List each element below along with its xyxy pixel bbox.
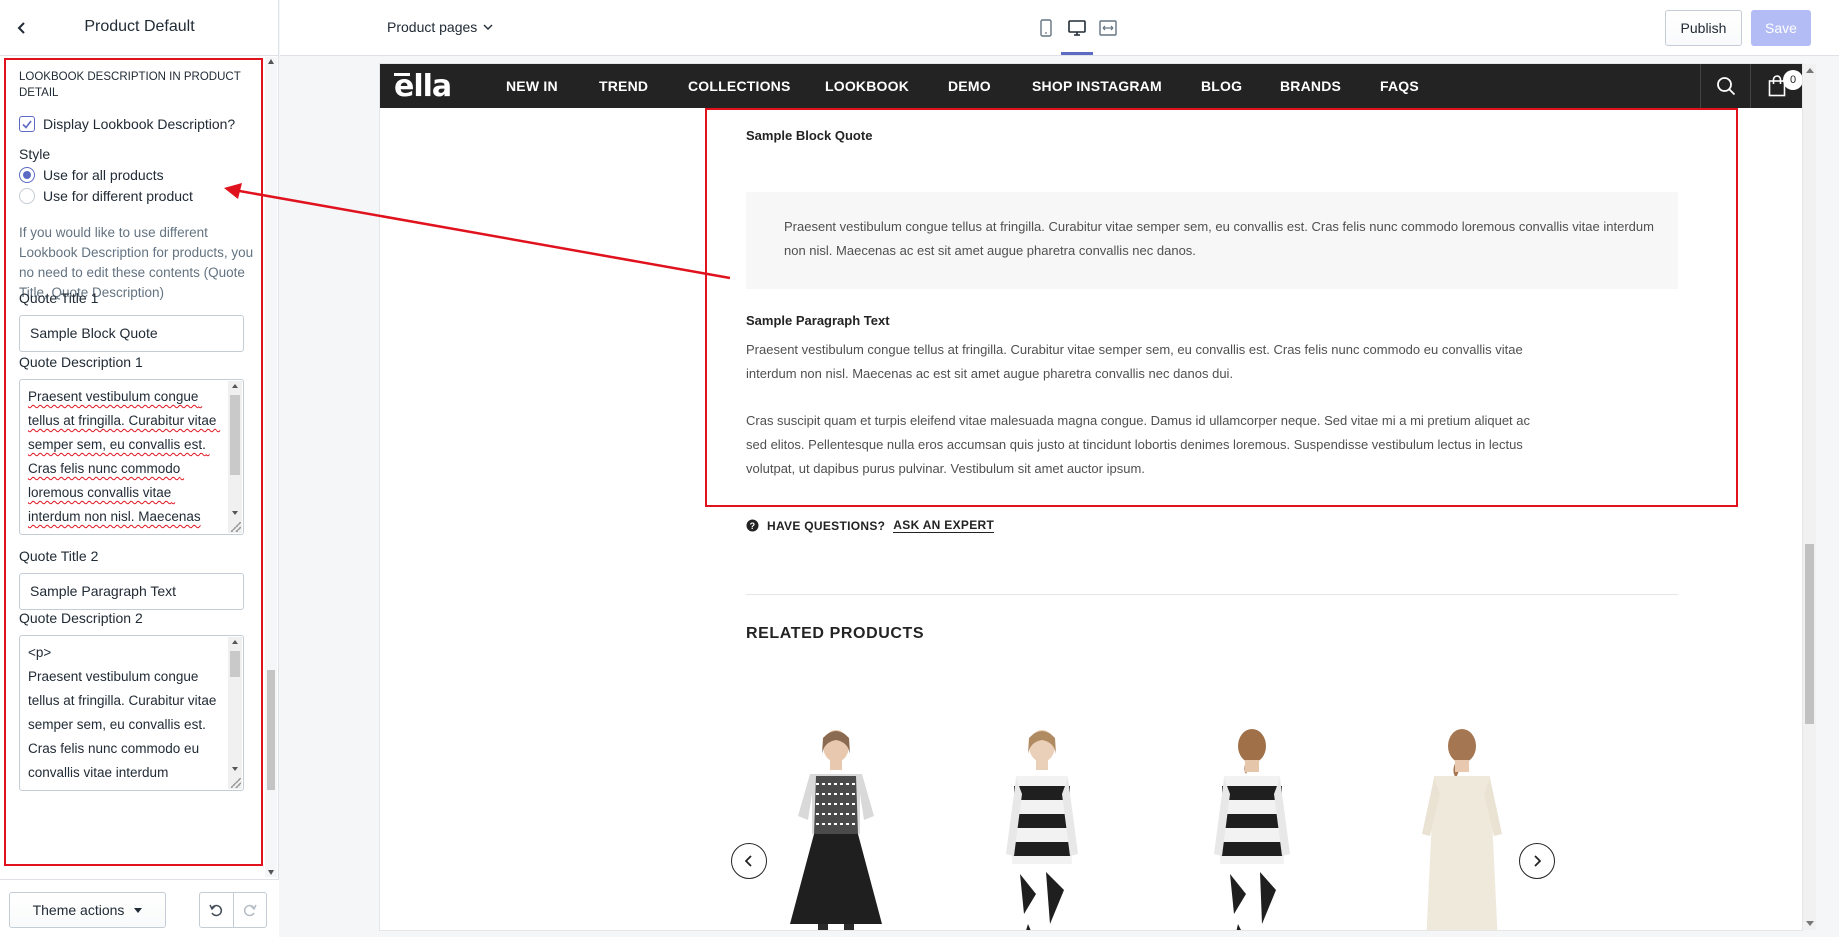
- product-card-image[interactable]: [1190, 724, 1320, 930]
- storefront-preview: ella NEW IN TREND COLLECTIONS LOOKBOOK D…: [380, 64, 1802, 930]
- textarea-scrollbar[interactable]: [228, 381, 242, 533]
- search-icon: [1716, 77, 1735, 96]
- quote-desc-2-label: Quote Description 2: [19, 610, 143, 626]
- style-label: Style: [19, 146, 51, 162]
- nav-lookbook[interactable]: LOOKBOOK: [825, 78, 909, 94]
- nav-collections[interactable]: COLLECTIONS: [688, 78, 791, 94]
- quote-title-2-label: Quote Title 2: [19, 548, 99, 564]
- textarea-content: Praesent vestibulum congue tellus at fri…: [28, 389, 221, 524]
- product-image: [1006, 730, 1078, 930]
- site-navigation: ella NEW IN TREND COLLECTIONS LOOKBOOK D…: [380, 64, 1802, 108]
- have-questions-text: HAVE QUESTIONS?: [767, 518, 886, 533]
- product-card-image[interactable]: [1400, 724, 1530, 930]
- nav-faqs[interactable]: FAQS: [1380, 78, 1419, 94]
- mobile-icon: [1040, 19, 1052, 37]
- mobile-view-button[interactable]: [1031, 16, 1061, 40]
- have-questions-row: ? HAVE QUESTIONS? ASK AN EXPERT: [746, 518, 995, 533]
- nav-shop-instagram[interactable]: SHOP INSTAGRAM: [1032, 78, 1162, 94]
- cart-button[interactable]: 0: [1750, 64, 1802, 108]
- textarea-scrollbar[interactable]: [228, 637, 242, 789]
- chevron-down-icon: [483, 24, 493, 30]
- editor-topbar: Product pages Publish Save: [280, 0, 1839, 56]
- paragraph-title: Sample Paragraph Text: [746, 313, 890, 328]
- nav-demo[interactable]: DEMO: [948, 78, 991, 94]
- textarea-content: <p> Praesent vestibulum congue tellus at…: [28, 645, 217, 780]
- undo-icon: [209, 904, 223, 917]
- product-content: Sample Block Quote Praesent vestibulum c…: [380, 108, 1802, 930]
- redo-button[interactable]: [232, 893, 266, 927]
- settings-panel: LOOKBOOK DESCRIPTION IN PRODUCT DETAIL D…: [4, 57, 263, 867]
- block-quote: Praesent vestibulum congue tellus at fri…: [746, 192, 1678, 289]
- theme-actions-label: Theme actions: [32, 902, 125, 918]
- checkbox-checked[interactable]: [19, 116, 35, 132]
- quote-title-1-input[interactable]: Sample Block Quote: [19, 315, 244, 352]
- product-image: [1214, 729, 1290, 930]
- nav-blog[interactable]: BLOG: [1201, 78, 1242, 94]
- resize-handle-icon[interactable]: [231, 522, 241, 532]
- quote-title-2-input[interactable]: Sample Paragraph Text: [19, 573, 244, 610]
- section-divider: [746, 594, 1678, 595]
- caret-down-icon: [134, 907, 143, 913]
- radio-label: Use for all products: [43, 167, 164, 183]
- product-image: [790, 730, 882, 930]
- page-type-select[interactable]: Product pages: [387, 19, 493, 35]
- nav-brands[interactable]: BRANDS: [1280, 78, 1341, 94]
- undo-button[interactable]: [200, 893, 233, 927]
- ask-expert-link[interactable]: ASK AN EXPERT: [893, 518, 995, 533]
- product-card-image[interactable]: [770, 724, 900, 930]
- quote-text: Praesent vestibulum congue tellus at fri…: [784, 219, 1654, 258]
- quote-desc-2-textarea[interactable]: <p> Praesent vestibulum congue tellus at…: [19, 635, 244, 791]
- sidebar-header: Product Default: [0, 0, 279, 56]
- resize-handle-icon[interactable]: [231, 778, 241, 788]
- paragraph-2: Cras suscipit quam et turpis eleifend vi…: [746, 413, 1531, 476]
- page-select-label: Product pages: [387, 19, 478, 35]
- publish-button[interactable]: Publish: [1665, 10, 1742, 46]
- radio-selected[interactable]: [19, 167, 35, 183]
- radio-label: Use for different product: [43, 188, 193, 204]
- product-image: [1422, 729, 1502, 930]
- quote-title-1-label: Quote Title 1: [19, 290, 99, 306]
- fullscreen-view-button[interactable]: [1093, 16, 1123, 40]
- sidebar-footer: Theme actions: [0, 879, 279, 937]
- carousel-prev-button[interactable]: [731, 843, 767, 879]
- quote-desc-1-textarea[interactable]: Praesent vestibulum congue tellus at fri…: [19, 379, 244, 535]
- product-card-image[interactable]: [980, 724, 1110, 930]
- nav-trend[interactable]: TREND: [599, 78, 648, 94]
- radio-use-different[interactable]: Use for different product: [19, 188, 193, 204]
- display-lookbook-checkbox[interactable]: Display Lookbook Description?: [19, 116, 235, 132]
- desktop-view-button[interactable]: [1061, 16, 1093, 55]
- cart-count-badge: 0: [1783, 70, 1802, 90]
- expand-width-icon: [1099, 20, 1117, 36]
- related-products-title: RELATED PRODUCTS: [746, 625, 925, 642]
- chevron-left-icon: [745, 855, 752, 867]
- preview-scrollbar[interactable]: [1803, 64, 1816, 930]
- question-circle-icon: ?: [746, 519, 759, 532]
- svg-text:?: ?: [750, 521, 756, 531]
- theme-editor-sidebar: Product Default LOOKBOOK DESCRIPTION IN …: [0, 0, 279, 937]
- site-logo[interactable]: ella: [394, 69, 452, 104]
- chevron-right-icon: [1534, 855, 1541, 867]
- radio-use-all[interactable]: Use for all products: [19, 167, 164, 183]
- quote-desc-1-label: Quote Description 1: [19, 354, 143, 370]
- undo-redo-group: [199, 892, 267, 928]
- section-heading: LOOKBOOK DESCRIPTION IN PRODUCT DETAIL: [19, 71, 241, 99]
- desktop-icon: [1068, 20, 1086, 36]
- redo-icon: [243, 904, 257, 917]
- sidebar-title: Product Default: [84, 18, 195, 35]
- checkmark-icon: [22, 120, 32, 129]
- save-button[interactable]: Save: [1751, 10, 1811, 46]
- sidebar-scrollbar[interactable]: [265, 57, 277, 877]
- search-button[interactable]: [1700, 64, 1750, 108]
- theme-actions-button[interactable]: Theme actions: [9, 892, 166, 928]
- nav-new-in[interactable]: NEW IN: [506, 78, 558, 94]
- quote-title: Sample Block Quote: [746, 128, 873, 143]
- radio-unselected[interactable]: [19, 188, 35, 204]
- checkbox-label: Display Lookbook Description?: [43, 116, 236, 132]
- paragraph-1: Praesent vestibulum congue tellus at fri…: [746, 342, 1523, 381]
